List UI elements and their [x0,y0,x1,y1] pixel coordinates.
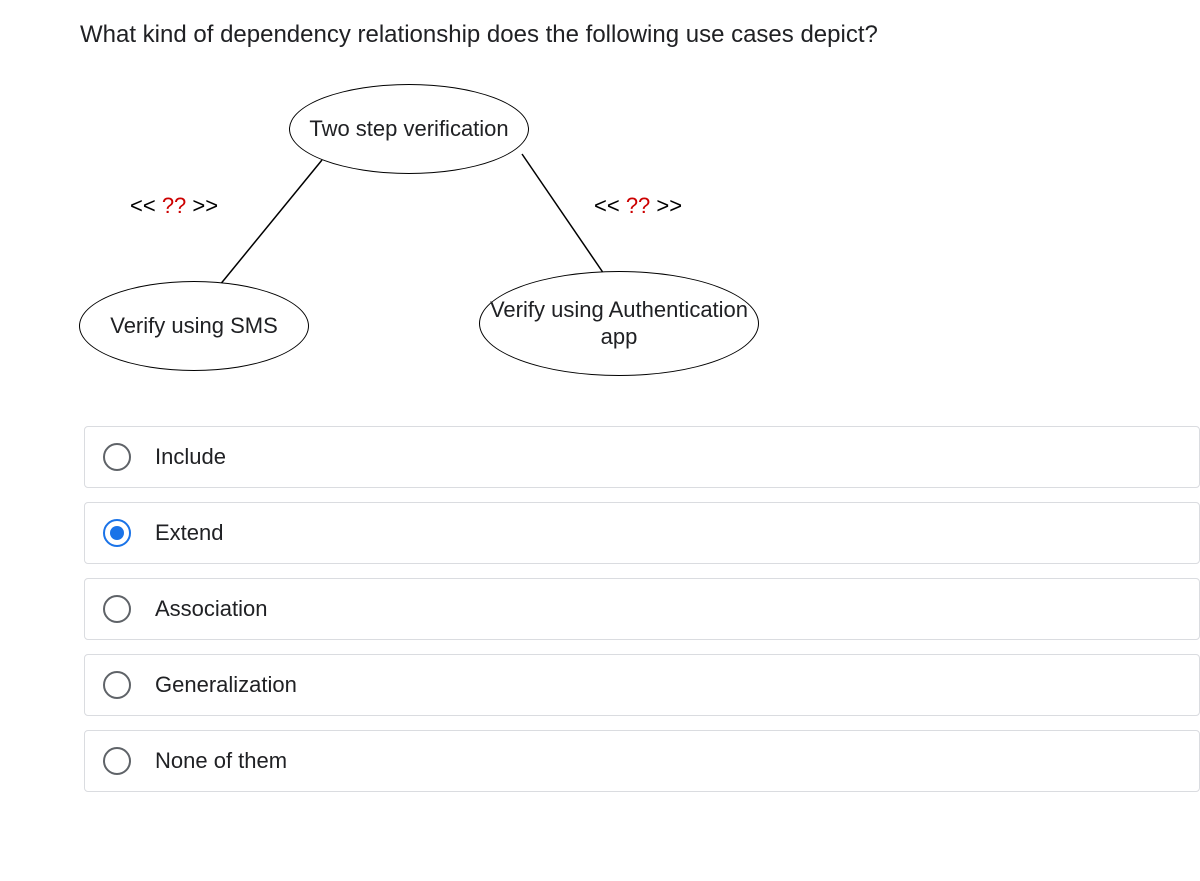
option-extend[interactable]: Extend [84,502,1200,564]
stereo-open: << [130,193,156,218]
radio-button[interactable] [103,443,131,471]
radio-button[interactable] [103,671,131,699]
use-case-right-label: Verify using Authentication app [488,296,750,351]
use-case-left-label: Verify using SMS [110,312,278,340]
stereo-open: << [594,193,620,218]
stereo-close: >> [192,193,218,218]
radio-button[interactable] [103,747,131,775]
option-label: Extend [155,520,224,546]
option-label: None of them [155,748,287,774]
stereo-question: ?? [620,193,657,218]
option-none[interactable]: None of them [84,730,1200,792]
option-label: Association [155,596,268,622]
use-case-top-label: Two step verification [309,115,508,143]
question-text: What kind of dependency relationship doe… [80,18,1200,52]
stereotype-left: << ?? >> [130,193,218,219]
answer-options: Include Extend Association Generalizatio… [84,426,1200,792]
stereo-question: ?? [156,193,193,218]
option-include[interactable]: Include [84,426,1200,488]
radio-button[interactable] [103,595,131,623]
option-association[interactable]: Association [84,578,1200,640]
stereotype-right: << ?? >> [594,193,682,219]
use-case-verify-app: Verify using Authentication app [479,271,759,376]
option-generalization[interactable]: Generalization [84,654,1200,716]
use-case-diagram: Two step verification Verify using SMS V… [74,76,1200,416]
option-label: Include [155,444,226,470]
option-label: Generalization [155,672,297,698]
use-case-verify-sms: Verify using SMS [79,281,309,371]
use-case-two-step: Two step verification [289,84,529,174]
radio-button[interactable] [103,519,131,547]
stereo-close: >> [656,193,682,218]
